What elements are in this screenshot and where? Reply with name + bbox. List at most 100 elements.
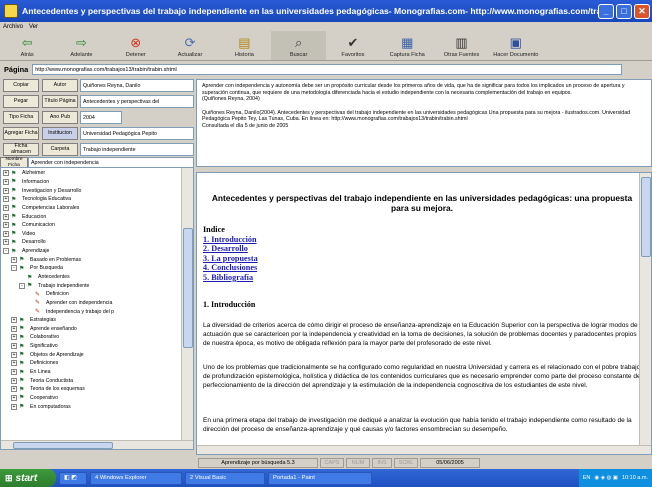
tree-item[interactable]: ✎ Definicion	[1, 290, 193, 299]
sources-button[interactable]: ▥ Otras Fuentes	[434, 31, 488, 60]
tree-item[interactable]: + ⚑ Objetos de Aprendizaje	[1, 350, 193, 359]
tree-item[interactable]: + ⚑ Informacion	[1, 178, 193, 187]
author-field[interactable]: Quiñones Reyna, Danilo	[80, 79, 194, 92]
index-link-conclusiones[interactable]: 4. Conclusiones	[203, 263, 258, 273]
tree-item[interactable]: + ⚑ Aprende enseñando	[1, 325, 193, 334]
expand-icon[interactable]: +	[3, 187, 9, 194]
tree-item[interactable]: - ⚑ Por Busqueda	[1, 264, 193, 273]
tree-item[interactable]: + ⚑ Estrategias	[1, 316, 193, 325]
tree-item[interactable]: + ⚑ Tecnologia Educativa	[1, 195, 193, 204]
institution-field[interactable]: Universidad Pedagógica Pepito	[80, 127, 194, 140]
expand-icon[interactable]: +	[3, 213, 9, 220]
tree-item[interactable]: + ⚑ Definiciones	[1, 359, 193, 368]
tree-item[interactable]: + ⚑ Investigacion y Desarrollo	[1, 186, 193, 195]
tree-item[interactable]: + ⚑ Basado en Problemas	[1, 255, 193, 264]
tree-item[interactable]: + ⚑ En computadoras	[1, 402, 193, 411]
add-card-button[interactable]: Agregar Ficha	[3, 127, 39, 140]
stop-button[interactable]: ⊗ Detener	[109, 31, 163, 60]
tree-item[interactable]: + ⚑ Comunicacion	[1, 221, 193, 230]
task-paint[interactable]: Portada1 - Paint	[268, 471, 372, 485]
tree-item[interactable]: + ⚑ Competencias Laborales	[1, 204, 193, 213]
expand-icon[interactable]: +	[11, 317, 17, 324]
window-title-bar[interactable]: Antecedentes y perspectivas del trabajo …	[0, 0, 652, 22]
expand-icon[interactable]: +	[11, 351, 17, 358]
tree-scroll-thumb[interactable]	[183, 228, 193, 348]
card-type-button[interactable]: Tipo Ficha	[3, 111, 39, 124]
expand-icon[interactable]: +	[11, 377, 17, 384]
menu-ver[interactable]: Ver	[29, 24, 38, 30]
index-link-bibliografia[interactable]: 5. Bibliografía	[203, 273, 258, 283]
expand-icon[interactable]: +	[11, 343, 17, 350]
collapse-icon[interactable]: -	[3, 248, 9, 255]
minimize-button[interactable]: _	[598, 3, 614, 19]
store-card-button[interactable]: Ficha almacen	[3, 143, 39, 156]
document-vertical-scrollbar[interactable]	[639, 173, 651, 447]
expand-icon[interactable]: +	[3, 230, 9, 237]
search-button[interactable]: ⌕ Buscar	[271, 31, 326, 60]
expand-icon[interactable]: +	[3, 204, 9, 211]
language-indicator[interactable]: EN	[583, 475, 591, 481]
tree-item[interactable]: + ⚑ Alzheimer	[1, 169, 193, 178]
tree-item[interactable]: ⚑ Antecedentes	[1, 273, 193, 282]
folder-tree[interactable]: + ⚑ Alzheimer + ⚑ Informacion + ⚑ Investigacion …	[0, 167, 194, 450]
tree-item[interactable]: ✎ Independencia y trabajo del p	[1, 307, 193, 316]
make-document-button[interactable]: ▣ Hacer Documento	[489, 31, 543, 60]
tree-horizontal-scrollbar[interactable]	[1, 440, 193, 449]
paste-button[interactable]: Pegar	[3, 95, 39, 108]
tree-item[interactable]: + ⚑ Colaborativo	[1, 333, 193, 342]
menu-archivo[interactable]: Archivo	[3, 24, 23, 30]
index-link-introduccion[interactable]: 1. Introducción	[203, 235, 258, 245]
tree-item[interactable]: + ⚑ Educacion	[1, 212, 193, 221]
tree-item[interactable]: - ⚑ Aprendizaje	[1, 247, 193, 256]
start-button[interactable]: ⊞ start	[0, 469, 56, 487]
expand-icon[interactable]: +	[11, 325, 17, 332]
tree-item[interactable]: - ⚑ Trabajo independiente	[1, 281, 193, 290]
folder-field[interactable]: Trabajo independiente	[80, 143, 194, 156]
back-button[interactable]: ⇦ Atrás	[0, 31, 54, 60]
tree-item[interactable]: ✎ Aprender con independencia	[1, 299, 193, 308]
tree-item[interactable]: + ⚑ Teoria Conductista	[1, 376, 193, 385]
task-visual-basic[interactable]: 2 Visual Basic	[185, 471, 265, 485]
card-summary-text[interactable]: Aprender con independencia y autonomía d…	[196, 79, 652, 167]
index-link-desarrollo[interactable]: 2. Desarrollo	[203, 244, 258, 254]
collapse-icon[interactable]: -	[11, 265, 17, 272]
tree-item[interactable]: + ⚑ En Linea	[1, 368, 193, 377]
expand-icon[interactable]: +	[11, 360, 17, 367]
expand-icon[interactable]: +	[11, 403, 17, 410]
favorites-button[interactable]: ✔ Favoritos	[326, 31, 380, 60]
expand-icon[interactable]: +	[3, 222, 9, 229]
tree-vertical-scrollbar[interactable]	[181, 168, 193, 442]
page-title-field[interactable]: Antecedentes y perspectivas del	[80, 95, 194, 108]
address-input[interactable]: http://www.monografias.com/trabajos13/tr…	[32, 63, 623, 75]
expand-icon[interactable]: +	[3, 178, 9, 185]
collapse-icon[interactable]: -	[19, 282, 25, 289]
expand-icon[interactable]: +	[11, 256, 17, 263]
copy-button[interactable]: Copiar	[3, 79, 39, 92]
document-scroll-thumb[interactable]	[641, 177, 651, 257]
history-button[interactable]: ▤ Historia	[217, 31, 271, 60]
capture-button[interactable]: ▦ Captura Ficha	[380, 31, 434, 60]
tree-item[interactable]: + ⚑ Significativo	[1, 342, 193, 351]
task-windows-explorer[interactable]: 4 Windows Explorer	[90, 471, 182, 485]
expand-icon[interactable]: +	[11, 334, 17, 341]
index-link-propuesta[interactable]: 3. La propuesta	[203, 254, 258, 264]
expand-icon[interactable]: +	[11, 369, 17, 376]
close-button[interactable]: ✕	[634, 3, 650, 19]
tray-icons[interactable]: ◉ ◈ ◍ ▣	[594, 475, 618, 481]
expand-icon[interactable]: +	[3, 170, 9, 177]
expand-icon[interactable]: +	[11, 386, 17, 393]
document-horizontal-scrollbar[interactable]	[197, 445, 651, 454]
tree-item[interactable]: + ⚑ Cooperativo	[1, 394, 193, 403]
forward-button[interactable]: ⇨ Adelante	[54, 31, 108, 60]
tree-item[interactable]: + ⚑ Desarrollo	[1, 238, 193, 247]
tree-item[interactable]: + ⚑ Teoria de los esquemas	[1, 385, 193, 394]
document-view[interactable]: Antecedentes y perspectivas del trabajo …	[196, 172, 652, 455]
tree-item[interactable]: + ⚑ Video	[1, 229, 193, 238]
refresh-button[interactable]: ⟳ Actualizar	[163, 31, 217, 60]
expand-icon[interactable]: +	[3, 196, 9, 203]
expand-icon[interactable]: +	[3, 239, 9, 246]
year-field[interactable]: 2004	[80, 111, 122, 124]
quick-launch[interactable]: ◧ ◩	[59, 471, 87, 485]
expand-icon[interactable]: +	[11, 394, 17, 401]
tree-hscroll-thumb[interactable]	[13, 442, 113, 449]
